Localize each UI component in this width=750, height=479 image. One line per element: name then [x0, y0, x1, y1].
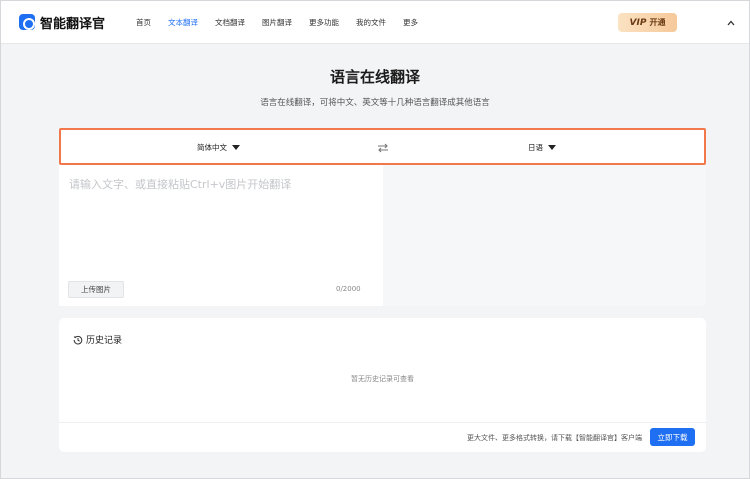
vip-label: VIP	[629, 17, 647, 28]
caret-down-icon	[232, 145, 240, 150]
history-empty-message: 暂无历史记录可查看	[351, 375, 414, 383]
upload-image-button[interactable]: 上传图片	[68, 281, 124, 298]
chevron-up-icon[interactable]	[727, 19, 735, 27]
page-subtitle: 语言在线翻译，可将中文、英文等十几种语言翻译成其他语言	[260, 98, 490, 108]
caret-down-icon	[548, 145, 556, 150]
download-now-button[interactable]: 立即下载	[650, 428, 695, 446]
top-nav-bar: 智能翻译官 首页 文本翻译 文档翻译 图片翻译 更多功能 我的文件 更多 VIP…	[1, 1, 749, 44]
translation-output-area	[383, 165, 706, 306]
logo-icon	[19, 14, 35, 30]
history-clock-icon	[73, 335, 83, 344]
target-language-label: 日语	[528, 143, 543, 152]
nav-item-more-features[interactable]: 更多功能	[309, 17, 339, 28]
source-text-input[interactable]	[69, 176, 369, 276]
target-language-select[interactable]: 日语	[528, 142, 556, 153]
brand-logo[interactable]: 智能翻译官	[19, 13, 105, 32]
client-download-promo: 更大文件、更多格式转换，请下载【智能翻译官】客户端	[467, 434, 642, 442]
language-selector-bar: 简体中文 日语	[59, 128, 706, 165]
swap-arrows-icon[interactable]	[377, 143, 389, 153]
nav-item-more[interactable]: 更多	[403, 17, 418, 28]
nav-item-doc-translate[interactable]: 文档翻译	[215, 17, 245, 28]
vip-open-button[interactable]: VIP 开通	[618, 13, 677, 32]
history-divider	[59, 422, 706, 423]
history-header: 历史记录	[73, 333, 122, 346]
nav-item-image-translate[interactable]: 图片翻译	[262, 17, 292, 28]
nav-item-text-translate[interactable]: 文本翻译	[168, 17, 198, 28]
character-counter: 0/2000	[336, 285, 361, 293]
page-title: 语言在线翻译	[329, 68, 420, 86]
source-language-select[interactable]: 简体中文	[197, 142, 240, 153]
vip-action-label: 开通	[649, 18, 666, 27]
nav-item-home[interactable]: 首页	[136, 17, 151, 28]
nav-item-my-files[interactable]: 我的文件	[356, 17, 386, 28]
brand-name: 智能翻译官	[40, 16, 106, 32]
main-nav: 首页 文本翻译 文档翻译 图片翻译 更多功能 我的文件 更多	[136, 17, 435, 28]
source-language-label: 简体中文	[197, 143, 227, 152]
history-title: 历史记录	[86, 336, 123, 346]
history-card	[59, 318, 706, 452]
